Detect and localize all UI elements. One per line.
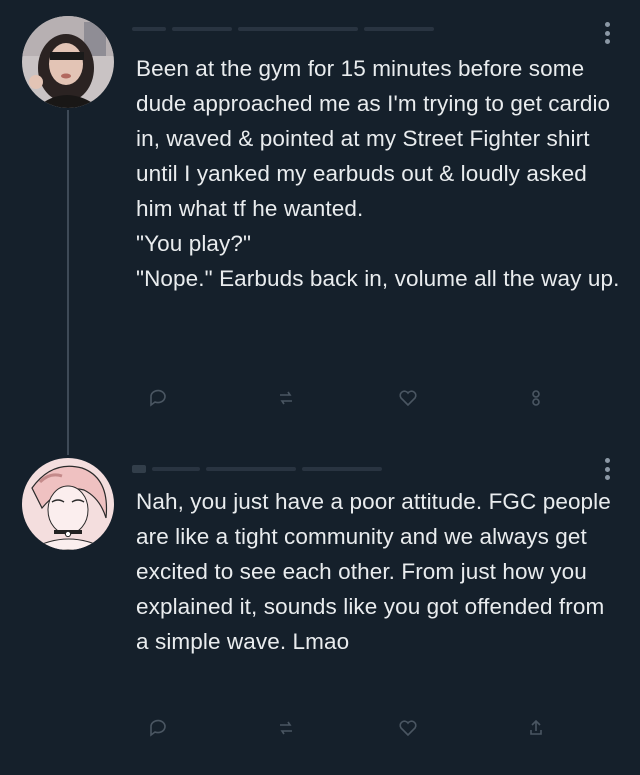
tweet-reply[interactable]: Nah, you just have a poor attitude. FGC … — [0, 440, 640, 775]
tweet-actions — [136, 718, 576, 742]
reply-icon[interactable] — [148, 718, 168, 738]
retweet-icon[interactable] — [276, 718, 296, 738]
share-icon[interactable] — [526, 718, 546, 738]
like-icon[interactable] — [398, 718, 418, 738]
reply-icon[interactable] — [148, 388, 168, 408]
user-handle-blurred — [172, 27, 232, 31]
tweet-time-blurred — [238, 27, 358, 31]
thread-connector-line — [67, 110, 69, 455]
tweet-header — [132, 460, 382, 478]
avatar[interactable] — [22, 458, 114, 550]
retweet-icon[interactable] — [276, 388, 296, 408]
tweet-text: Been at the gym for 15 minutes before so… — [136, 56, 620, 291]
more-icon[interactable] — [604, 22, 610, 44]
avatar-illustration — [22, 458, 114, 550]
user-name-blurred — [132, 27, 166, 31]
share-icon[interactable] — [526, 388, 546, 408]
header-extra-blurred — [364, 27, 434, 31]
user-handle-blurred — [152, 467, 200, 471]
more-icon[interactable] — [604, 458, 610, 480]
tweet-text: Nah, you just have a poor attitude. FGC … — [136, 489, 618, 654]
user-name-blurred — [132, 465, 146, 473]
tweet-actions — [136, 388, 576, 412]
tweet-original[interactable]: Been at the gym for 15 minutes before so… — [0, 0, 640, 455]
header-extra-blurred — [302, 467, 382, 471]
tweet-time-blurred — [206, 467, 296, 471]
like-icon[interactable] — [398, 388, 418, 408]
avatar[interactable] — [22, 16, 114, 108]
avatar-photo — [22, 16, 114, 108]
tweet-header — [132, 20, 434, 38]
